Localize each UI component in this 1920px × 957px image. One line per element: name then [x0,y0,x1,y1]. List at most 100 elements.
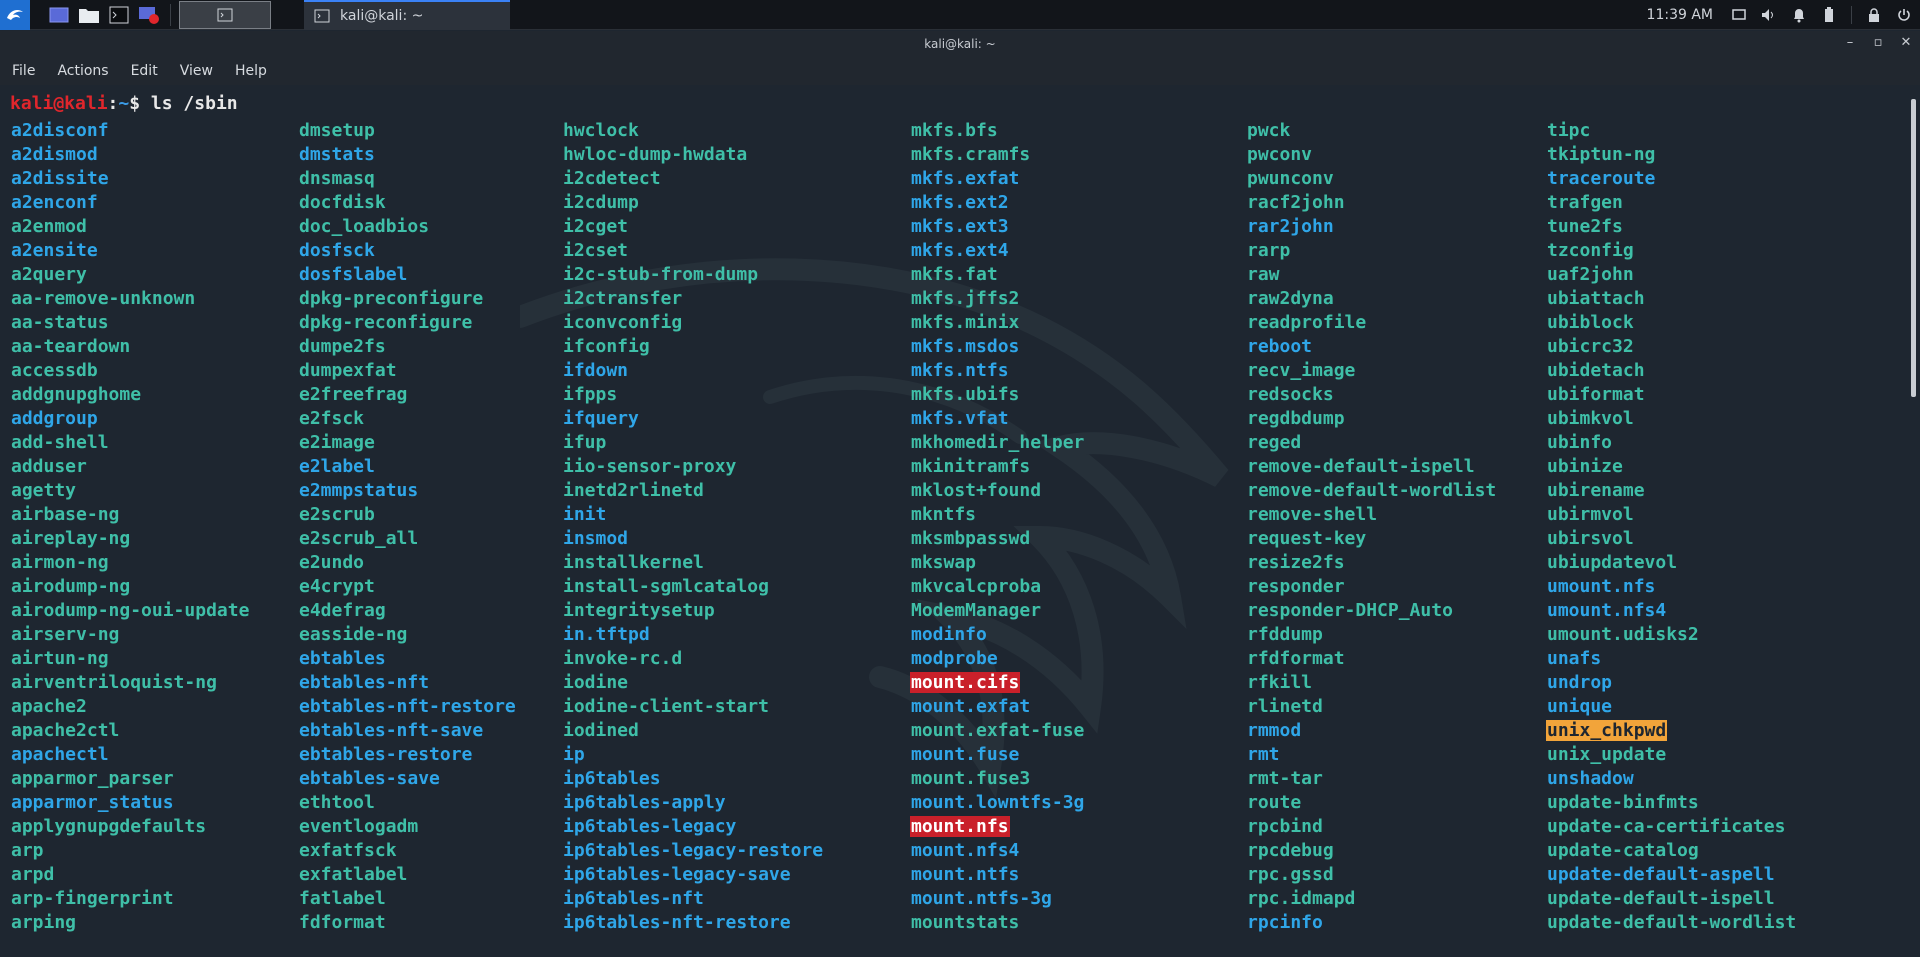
maximize-button[interactable]: ▫ [1870,35,1886,51]
listing-entry-name: unix_chkpwd [1546,720,1668,741]
terminal-scrollbar[interactable] [1908,87,1920,957]
listing-entry: ebtables-nft-restore [298,695,517,719]
listing-entry-name: arp-fingerprint [11,888,174,909]
window-titlebar[interactable]: kali@kali: ~ – ▫ ✕ [0,31,1920,57]
listing-entry-name: a2enconf [11,192,98,213]
listing-entry-name: ifquery [563,408,639,429]
listing-entry-name: dmsetup [299,120,375,141]
listing-entry: rlinetd [1246,695,1497,719]
listing-entry-name: exfatfsck [299,840,397,861]
listing-entry-name: e2freefrag [299,384,408,405]
listing-entry-name: rpcdebug [1247,840,1334,861]
listing-entry-name: unafs [1547,648,1602,669]
listing-entry: pwunconv [1246,167,1497,191]
listing-entry: addgroup [10,407,250,431]
lock-icon[interactable] [1866,7,1882,23]
power-icon[interactable] [1896,7,1912,23]
listing-entry-name: ebtables-nft [299,672,430,693]
listing-entry: e2image [298,431,517,455]
taskbar-terminal-window[interactable]: kali@kali: ~ [304,0,510,30]
listing-entry-name: ubirename [1547,480,1645,501]
listing-entry-name: umount.nfs [1547,576,1656,597]
listing-entry: inetd2rlinetd [562,479,824,503]
display-icon[interactable] [1731,7,1747,23]
window-controls: – ▫ ✕ [1842,35,1914,51]
listing-entry-name: mount.fuse3 [911,768,1031,789]
minimize-button[interactable]: – [1842,35,1858,51]
listing-entry-name: docfdisk [299,192,386,213]
scrollbar-thumb[interactable] [1911,99,1916,397]
notification-icon[interactable] [1791,7,1807,23]
clock[interactable]: 11:39 AM [1647,7,1713,23]
listing-entry: rpcbind [1246,815,1497,839]
volume-icon[interactable] [1761,7,1777,23]
listing-entry: update-binfmts [1546,791,1797,815]
listing-entry: a2enconf [10,191,250,215]
listing-entry-name: ip [563,744,585,765]
listing-entry-name: mkfs.bfs [911,120,998,141]
kali-menu-button[interactable] [0,0,30,30]
listing-entry-name: rpcbind [1247,816,1323,837]
listing-entry-name: regdbdump [1247,408,1345,429]
listing-entry: airbase-ng [10,503,250,527]
listing-entry-name: route [1247,792,1302,813]
listing-entry-name: uaf2john [1547,264,1634,285]
battery-icon[interactable] [1821,7,1837,23]
listing-entry-name: integritysetup [563,600,715,621]
listing-entry: docfdisk [298,191,517,215]
screen-recorder-button[interactable] [136,3,162,27]
menu-actions[interactable]: Actions [57,63,108,79]
listing-entry: dmstats [298,143,517,167]
listing-column-1: a2disconf a2dismod a2dissite a2enconf a2enmo… [10,119,250,935]
listing-entry-name: mksmbpasswd [911,528,1031,549]
listing-entry: doc_loadbios [298,215,517,239]
show-desktop-button[interactable] [46,3,72,27]
listing-entry-name: ubinfo [1547,432,1613,453]
terminal-area[interactable]: kali@kali:~$ ls /sbin a2disconf a2dismod a… [0,87,1920,957]
panel-separator [170,4,171,26]
listing-entry-name: mkfs.jffs2 [911,288,1020,309]
listing-entry: iodine [562,671,824,695]
listing-entry-name: iconvconfig [563,312,683,333]
listing-entry-name: ifup [563,432,607,453]
listing-entry-name: exfatlabel [299,864,408,885]
listing-entry: mount.ntfs [910,863,1085,887]
listing-entry: rpcinfo [1246,911,1497,935]
listing-entry: ip [562,743,824,767]
listing-entry: apache2ctl [10,719,250,743]
listing-entry: aa-teardown [10,335,250,359]
listing-entry: integritysetup [562,599,824,623]
menu-edit[interactable]: Edit [131,63,158,79]
listing-entry-name: dosfslabel [299,264,408,285]
listing-entry-name: ip6tables-nft [563,888,704,909]
listing-entry: mkfs.ext3 [910,215,1085,239]
listing-entry: exfatlabel [298,863,517,887]
menu-view[interactable]: View [180,63,213,79]
listing-entry: unix_chkpwd [1546,719,1797,743]
listing-entry: mkfs.cramfs [910,143,1085,167]
listing-entry: rar2john [1246,215,1497,239]
listing-entry-name: e2scrub_all [299,528,419,549]
listing-entry-name: ModemManager [911,600,1042,621]
window-title: kali@kali: ~ [924,37,996,51]
terminal-launcher-button[interactable] [106,3,132,27]
listing-entry: mkinitramfs [910,455,1085,479]
listing-entry-name: e2undo [299,552,365,573]
listing-entry-name: dnsmasq [299,168,375,189]
workspace-switcher[interactable] [179,1,271,29]
listing-entry-name: fdformat [299,912,386,933]
listing-entry-name: hwclock [563,120,639,141]
close-button[interactable]: ✕ [1898,35,1914,51]
listing-entry-name: update-default-ispell [1547,888,1775,909]
listing-entry: mount.lowntfs-3g [910,791,1085,815]
listing-entry-name: mkswap [911,552,977,573]
listing-entry: ebtables-nft-save [298,719,517,743]
listing-entry: add-shell [10,431,250,455]
file-manager-button[interactable] [76,3,102,27]
listing-entry: arpd [10,863,250,887]
listing-entry-name: mkfs.exfat [911,168,1020,189]
menu-help[interactable]: Help [235,63,267,79]
listing-entry: dosfsck [298,239,517,263]
menu-file[interactable]: File [12,63,35,79]
listing-entry: airventriloquist-ng [10,671,250,695]
